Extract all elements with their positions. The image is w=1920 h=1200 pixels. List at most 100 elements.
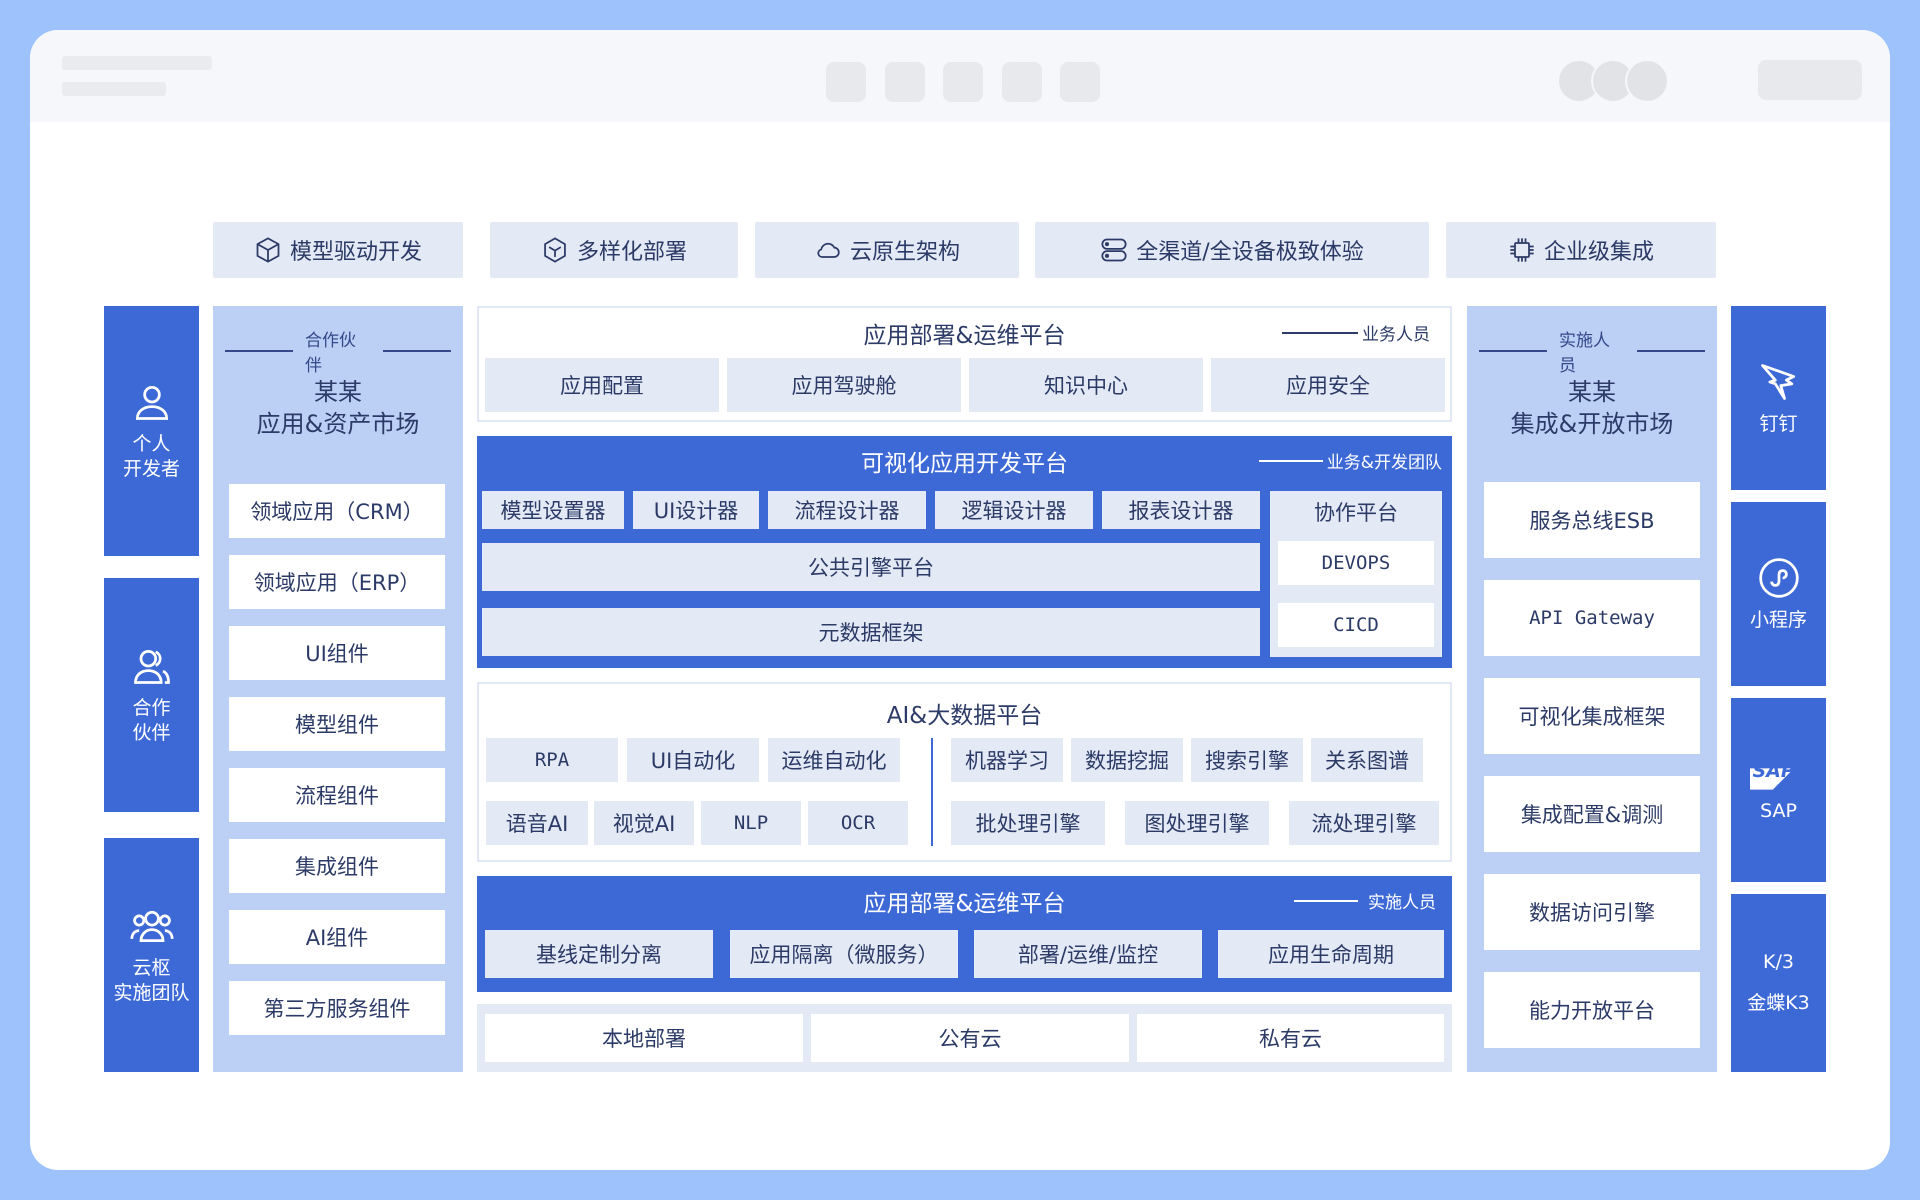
ai-item[interactable]: 运维自动化 [768,738,900,782]
market-item[interactable]: 模型组件 [229,697,445,751]
app-dingtalk[interactable]: 钉钉 [1731,306,1826,490]
ai-item[interactable]: 流处理引擎 [1289,801,1439,845]
team-icon [129,910,174,943]
ai-item[interactable]: 机器学习 [951,738,1063,782]
ops-item[interactable]: 知识中心 [969,358,1203,412]
cube-icon [256,237,280,263]
app-sap[interactable]: SAP SAP [1731,698,1826,882]
feature-cloud-native: 云原生架构 [755,222,1019,278]
market-item[interactable]: 集成组件 [229,839,445,893]
ops-item[interactable]: 应用驾驶舱 [727,358,961,412]
market-item[interactable]: 领域应用（ERP） [229,555,445,609]
toolbar-button-1[interactable] [826,62,866,102]
ai-item[interactable]: 数据挖掘 [1071,738,1183,782]
ops-item[interactable]: 基线定制分离 [485,930,713,978]
market-item[interactable]: 领域应用（CRM） [229,484,445,538]
deploy-option[interactable]: 本地部署 [485,1014,803,1062]
market-item[interactable]: AI组件 [229,910,445,964]
public-engine-platform[interactable]: 公共引擎平台 [482,543,1260,591]
market-item[interactable]: 服务总线ESB [1484,482,1700,558]
feature-model-driven: 模型驱动开发 [213,222,463,278]
ops-item[interactable]: 应用安全 [1211,358,1445,412]
panel-tag-label: 实施人员 [1368,893,1436,913]
deploy-option[interactable]: 公有云 [811,1014,1129,1062]
ai-item[interactable]: 搜索引擎 [1191,738,1303,782]
chip-icon [1510,238,1534,262]
feature-label: 全渠道/全设备极致体验 [1136,240,1364,265]
ai-item[interactable]: RPA [486,738,618,782]
ai-item[interactable]: 图处理引擎 [1125,801,1269,845]
market-item[interactable]: 数据访问引擎 [1484,874,1700,950]
market-item[interactable]: UI组件 [229,626,445,680]
app-label: SAP [1760,799,1797,822]
ai-item[interactable]: OCR [808,801,908,845]
designer-item[interactable]: 报表设计器 [1102,491,1260,529]
market-item[interactable]: 集成配置&调测 [1484,776,1700,852]
subtitle-placeholder [62,82,166,96]
toolbar-button-2[interactable] [885,62,925,102]
metadata-framework[interactable]: 元数据框架 [482,608,1260,656]
column-title: 某某 集成&开放市场 [1510,378,1674,438]
market-item[interactable]: 流程组件 [229,768,445,822]
ai-item[interactable]: 关系图谱 [1311,738,1423,782]
sap-logo-icon: SAP [1749,757,1808,790]
role-implementation-team: 云枢 实施团队 [104,838,199,1072]
collab-item-cicd[interactable]: CICD [1278,603,1434,647]
ops-item[interactable]: 应用配置 [485,358,719,412]
ops-platform-business: 应用部署&运维平台 业务人员 应用配置 应用驾驶舱 知识中心 应用安全 [477,306,1452,422]
hexagon-icon [544,237,566,263]
ai-item[interactable]: 视觉AI [594,801,694,845]
designer-item[interactable]: 流程设计器 [768,491,926,529]
market-item[interactable]: 第三方服务组件 [229,981,445,1035]
market-item[interactable]: API Gateway [1484,580,1700,656]
title-placeholder [62,56,212,70]
panel-tag: 业务人员 [1282,320,1430,345]
panel-tag: 业务&开发团队 [1258,448,1442,473]
deployment-options: 本地部署 公有云 私有云 [477,1004,1452,1072]
ops-item[interactable]: 应用生命周期 [1218,930,1444,978]
toolbar-button-4[interactable] [1002,62,1042,102]
deploy-option[interactable]: 私有云 [1137,1014,1444,1062]
server-icon [1101,238,1127,262]
role-label: 个人 开发者 [122,433,180,480]
toolbar-button-5[interactable] [1060,62,1100,102]
ai-item[interactable]: 语音AI [486,801,588,845]
panel-tag-label: 业务人员 [1362,325,1430,345]
designer-item[interactable]: 逻辑设计器 [935,491,1093,529]
app-label: 钉钉 [1759,412,1798,435]
app-label: 金蝶K3 [1747,992,1810,1014]
feature-label: 多样化部署 [576,240,687,265]
ops-item[interactable]: 应用隔离（微服务） [730,930,958,978]
collab-title: 协作平台 [1314,501,1398,525]
app-miniprogram[interactable]: 小程序 [1731,502,1826,686]
ops-platform-implementation: 应用部署&运维平台 实施人员 基线定制分离 应用隔离（微服务） 部署/运维/监控… [477,876,1452,992]
integration-open-market: 实施人员 某某 集成&开放市场 服务总线ESB API Gateway 可视化集… [1467,306,1717,1072]
window-topbar [30,30,1890,122]
toolbar-button-3[interactable] [943,62,983,102]
designer-item[interactable]: 模型设置器 [482,491,624,529]
app-label: 小程序 [1749,608,1807,631]
role-partner: 合作 伙伴 [104,578,199,812]
panel-tag: 实施人员 [1294,888,1436,913]
role-label: 合作 伙伴 [132,697,171,744]
ai-item[interactable]: UI自动化 [627,738,759,782]
panel-tag-label: 业务&开发团队 [1326,453,1442,473]
designer-item[interactable]: UI设计器 [633,491,759,529]
role-individual-developer: 个人 开发者 [104,306,199,556]
avatar[interactable] [1625,59,1669,103]
divider-line [931,738,933,846]
column-tag: 合作伙伴 [213,326,463,376]
action-button[interactable] [1758,60,1862,100]
column-tag: 实施人员 [1467,326,1717,376]
ops-item[interactable]: 部署/运维/监控 [974,930,1202,978]
market-item[interactable]: 可视化集成框架 [1484,678,1700,754]
visual-dev-platform: 可视化应用开发平台 业务&开发团队 模型设置器 UI设计器 流程设计器 逻辑设计… [477,436,1452,668]
feature-enterprise-integration: 企业级集成 [1446,222,1716,278]
panel-title: AI&大数据平台 [886,703,1043,729]
market-item[interactable]: 能力开放平台 [1484,972,1700,1048]
collab-item-devops[interactable]: DEVOPS [1278,541,1434,585]
column-tag-label: 实施人员 [1558,331,1610,376]
ai-item[interactable]: 批处理引擎 [951,801,1105,845]
app-kingdee[interactable]: K/3 金蝶K3 [1731,894,1826,1072]
ai-item[interactable]: NLP [701,801,801,845]
